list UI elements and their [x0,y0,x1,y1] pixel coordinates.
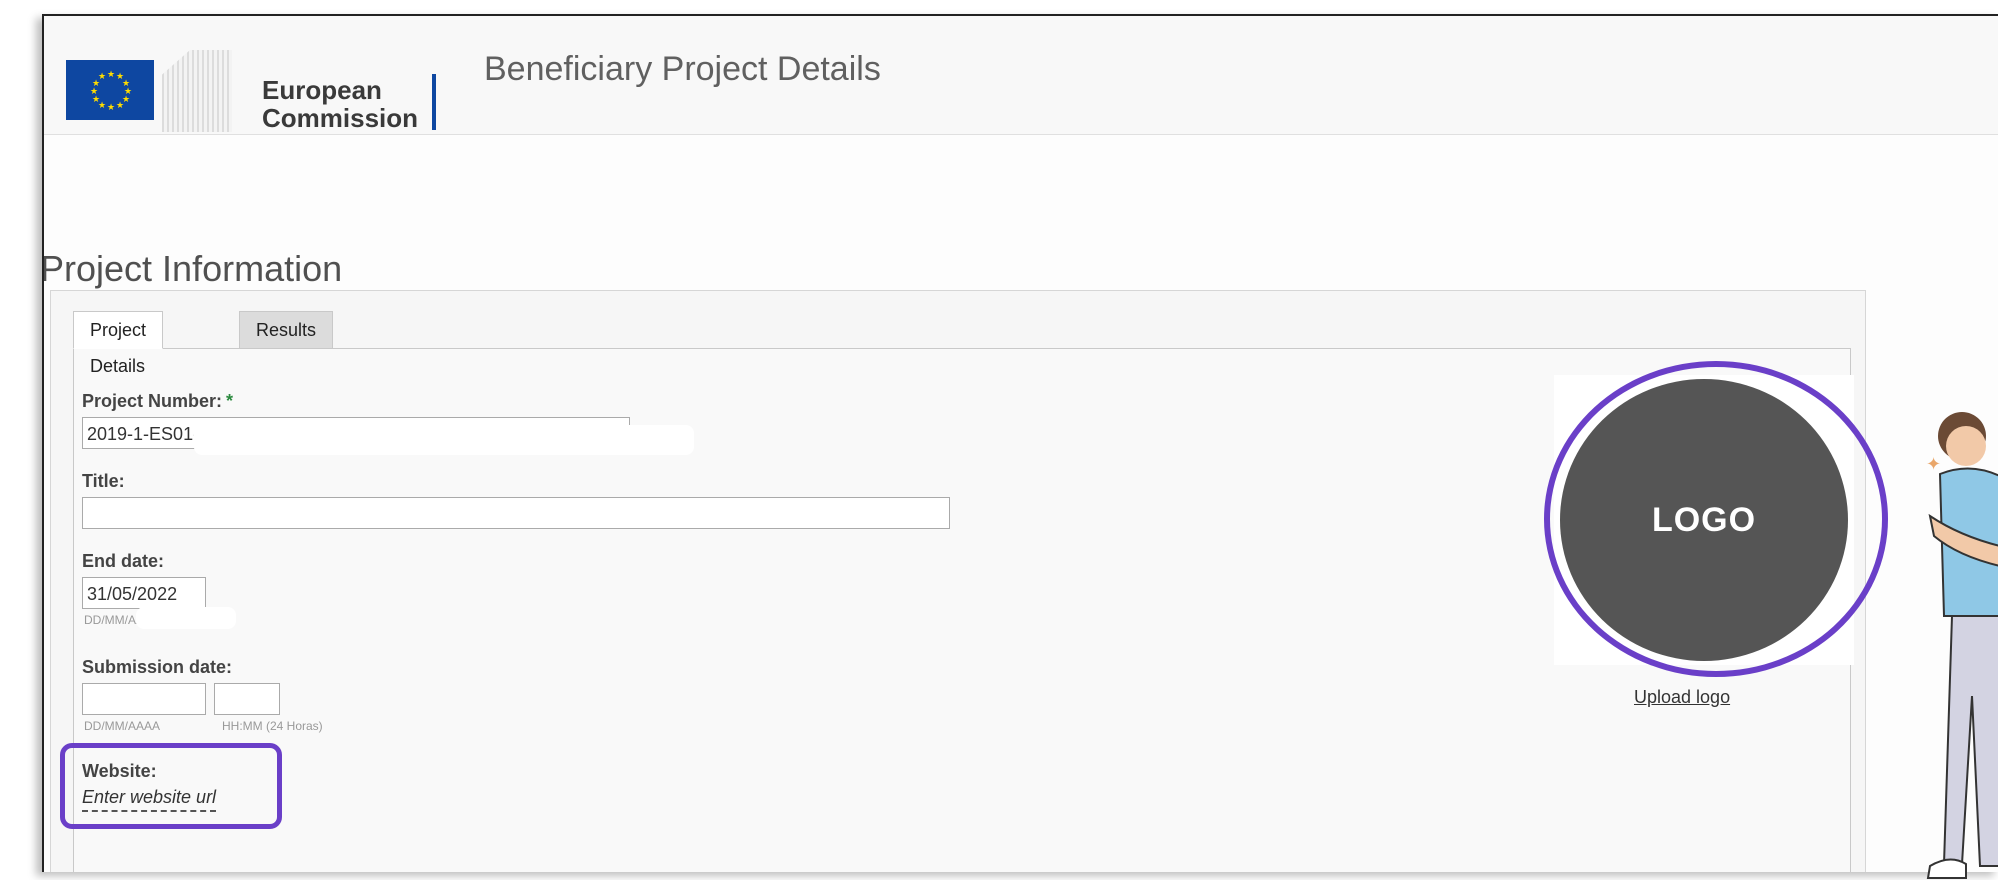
submission-date-label: Submission date: [82,657,233,677]
section-title: Project Information [42,248,343,289]
site-header: ★ ★ ★ ★ ★ ★ ★ ★ ★ ★ ★ ★ European Commission Bene… [44,16,1998,135]
org-name-line1: European [262,75,382,105]
submission-date-hint: DD/MM/AAAA [84,719,161,733]
submission-date-input[interactable] [82,683,206,715]
end-date-input[interactable]: 31/05/2022 [82,577,206,609]
project-number-label-text: Project Number: [82,391,223,411]
redaction [194,425,694,455]
tab-results[interactable]: Results [239,311,334,349]
submission-time-hint: HH:MM (24 Horas) [222,719,323,733]
page-screenshot: ★ ★ ★ ★ ★ ★ ★ ★ ★ ★ ★ ★ European Commission Bene… [42,14,1998,872]
project-number-label: Project Number: * [82,391,233,412]
logo-highlight [1544,361,1888,677]
commission-building-graphic [162,50,232,132]
ec-logo[interactable]: ★ ★ ★ ★ ★ ★ ★ ★ ★ ★ ★ ★ European Commission [66,50,436,138]
website-highlight [60,743,282,829]
title-label: Title: [82,471,125,491]
person-illustration [1926,412,1998,879]
project-panel: Project Details Results Project Number: *… [50,290,1888,872]
svg-text:★: ★ [107,103,115,113]
tab-content: Project Number: * 2019-1-ES01-…-061623 Ti… [60,348,1888,872]
upload-logo-link[interactable]: Upload logo [1634,687,1730,708]
required-mark: * [226,391,234,411]
tab-project-details[interactable]: Project Details [73,311,164,376]
submission-time-input[interactable] [214,683,280,715]
svg-text:★: ★ [98,72,106,82]
redaction [104,501,724,527]
logo-divider [432,74,436,130]
page-title: Beneficiary Project Details [484,50,881,88]
svg-text:★: ★ [116,101,124,111]
end-date-label: End date: [82,551,165,571]
org-name-line2: Commission [262,103,419,133]
svg-text:★: ★ [107,70,115,80]
org-name: European Commission [262,76,418,132]
redaction [136,607,236,629]
eu-flag-icon: ★ ★ ★ ★ ★ ★ ★ ★ ★ ★ ★ ★ [66,60,154,120]
